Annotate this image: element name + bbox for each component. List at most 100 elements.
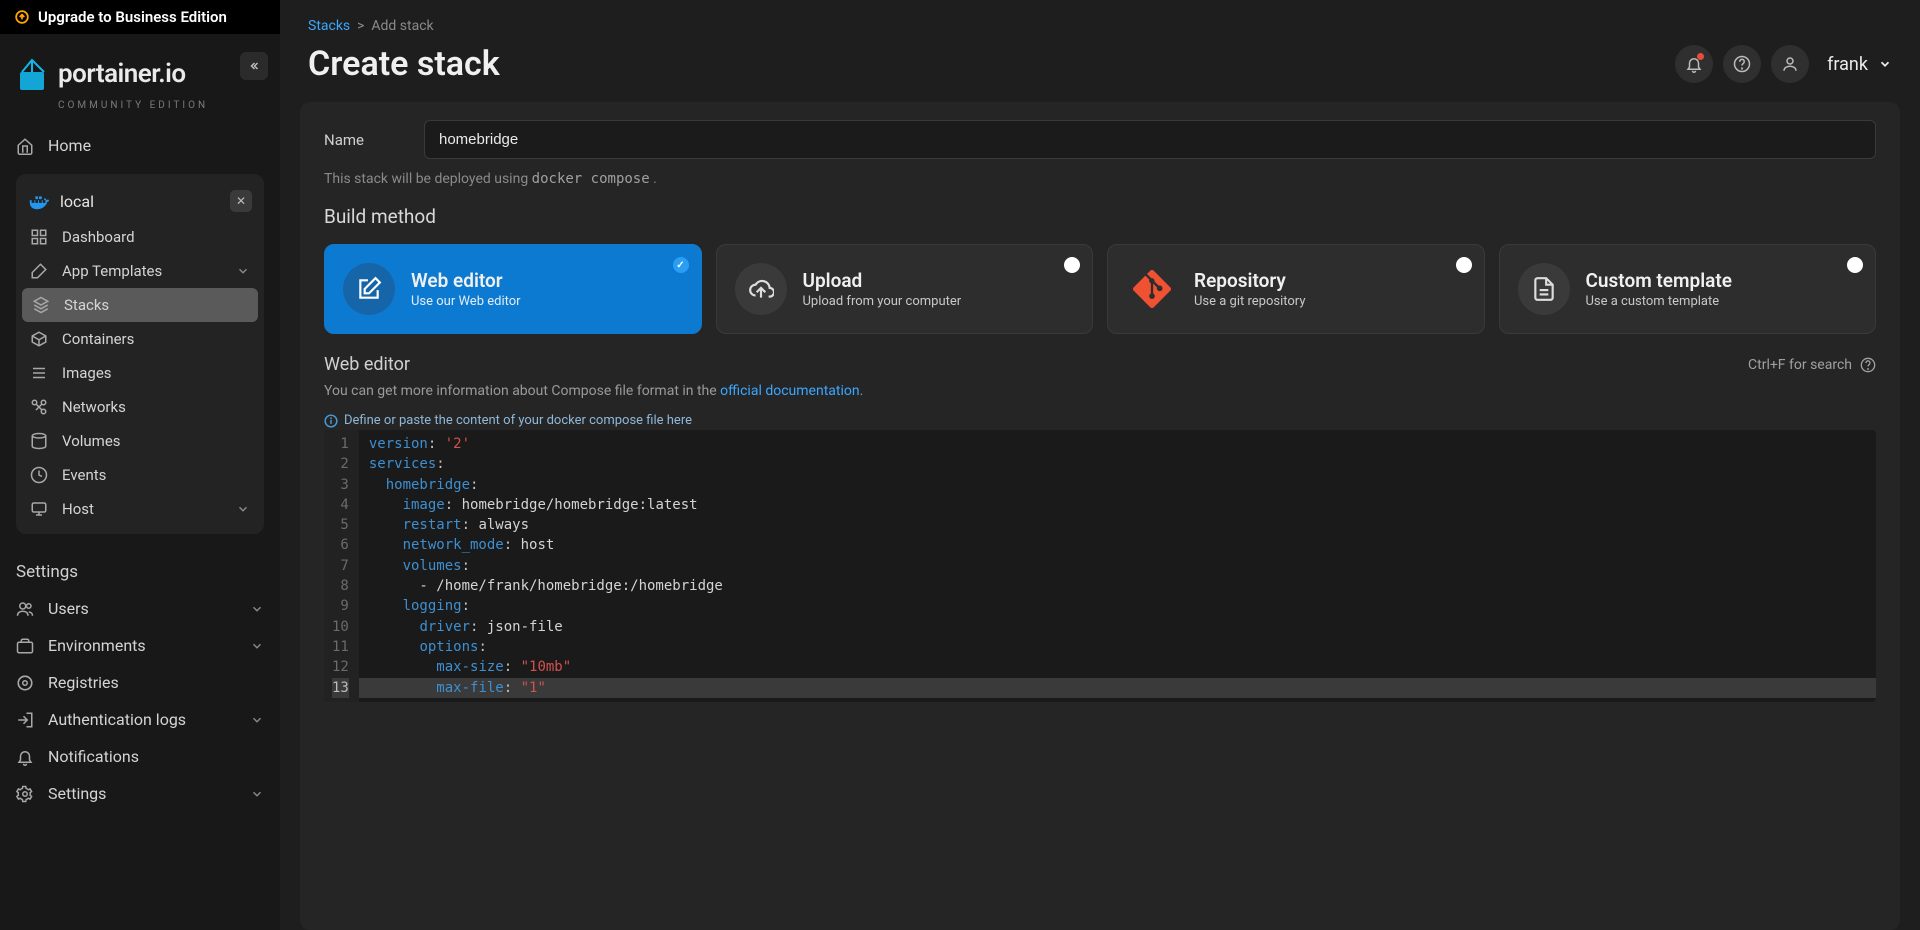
build-method-web-editor[interactable]: Web editorUse our Web editor bbox=[324, 244, 702, 334]
radio-indicator bbox=[1064, 257, 1080, 273]
method-subtitle: Upload from your computer bbox=[803, 294, 962, 309]
chevron-down-icon bbox=[236, 502, 250, 516]
sidebar-item-label: Settings bbox=[48, 784, 106, 803]
sidebar-item-events[interactable]: Events bbox=[16, 458, 264, 492]
sidebar-item-label: Networks bbox=[62, 398, 126, 416]
help-button[interactable] bbox=[1723, 45, 1761, 83]
sidebar-item-registries[interactable]: Registries bbox=[0, 664, 280, 701]
sidebar-item-label: Volumes bbox=[62, 432, 121, 450]
breadcrumb: Stacks > Add stack bbox=[280, 0, 1920, 38]
sidebar-item-networks[interactable]: Networks bbox=[16, 390, 264, 424]
users-icon bbox=[16, 600, 34, 618]
settings-heading: Settings bbox=[0, 544, 280, 590]
sidebar-item-volumes[interactable]: Volumes bbox=[16, 424, 264, 458]
code-line[interactable]: max-file: "1" bbox=[359, 678, 1876, 698]
code-line[interactable]: restart: always bbox=[359, 515, 1876, 535]
sidebar-item-label: Events bbox=[62, 466, 106, 484]
host-icon bbox=[30, 500, 48, 518]
sidebar-item-label: Notifications bbox=[48, 747, 139, 766]
editor-info: You can get more information about Compo… bbox=[324, 383, 1876, 399]
home-icon bbox=[16, 137, 34, 155]
breadcrumb-root[interactable]: Stacks bbox=[308, 18, 350, 34]
build-method-repository[interactable]: RepositoryUse a git repository bbox=[1107, 244, 1485, 334]
code-line[interactable]: - /home/frank/homebridge:/homebridge bbox=[359, 576, 1876, 596]
file-icon bbox=[1518, 263, 1570, 315]
notifications-button[interactable] bbox=[1675, 45, 1713, 83]
build-method-upload[interactable]: Upload Upload from your computer bbox=[716, 244, 1094, 334]
radio-indicator bbox=[1456, 257, 1472, 273]
sidebar-item-home[interactable]: Home bbox=[0, 127, 280, 164]
bell-icon bbox=[16, 748, 34, 766]
dashboard-icon bbox=[30, 228, 48, 246]
code-content[interactable]: version: '2'services: homebridge: image:… bbox=[359, 430, 1876, 702]
sidebar-item-authentication-logs[interactable]: Authentication logs bbox=[0, 701, 280, 738]
build-method-heading: Build method bbox=[324, 205, 1876, 228]
chevron-down-icon bbox=[250, 713, 264, 727]
git-icon bbox=[1126, 263, 1178, 315]
stack-name-input[interactable] bbox=[424, 120, 1876, 159]
code-line[interactable]: services: bbox=[359, 454, 1876, 474]
sidebar-item-environments[interactable]: Environments bbox=[0, 627, 280, 664]
sidebar-item-app-templates[interactable]: App Templates bbox=[16, 254, 264, 288]
sidebar-item-notifications[interactable]: Notifications bbox=[0, 738, 280, 775]
build-method-custom-template[interactable]: Custom template Use a custom template bbox=[1499, 244, 1877, 334]
sidebar-item-label: Authentication logs bbox=[48, 710, 186, 729]
username-label: frank bbox=[1827, 54, 1868, 75]
name-label: Name bbox=[324, 131, 424, 149]
logo-edition: COMMUNITY EDITION bbox=[0, 100, 280, 127]
environment-close-button[interactable]: ✕ bbox=[230, 190, 252, 212]
auth-icon bbox=[16, 711, 34, 729]
sidebar-item-label: Registries bbox=[48, 673, 119, 692]
sidebar-item-label: Stacks bbox=[64, 296, 109, 314]
networks-icon bbox=[30, 398, 48, 416]
sidebar-item-host[interactable]: Host bbox=[16, 492, 264, 526]
code-editor[interactable]: 12345678910111213 version: '2'services: … bbox=[324, 430, 1876, 702]
content-panel: Name This stack will be deployed using d… bbox=[300, 102, 1900, 930]
upgrade-banner-label: Upgrade to Business Edition bbox=[38, 8, 227, 26]
breadcrumb-sep: > bbox=[357, 18, 364, 34]
code-line[interactable]: version: '2' bbox=[359, 434, 1876, 454]
chevron-down-icon bbox=[1878, 57, 1892, 71]
method-subtitle: Use our Web editor bbox=[411, 294, 521, 309]
events-icon bbox=[30, 466, 48, 484]
upgrade-banner[interactable]: Upgrade to Business Edition bbox=[0, 0, 280, 34]
sidebar-item-label: Dashboard bbox=[62, 228, 135, 246]
method-title: Custom template bbox=[1586, 269, 1732, 292]
method-title: Upload bbox=[803, 269, 962, 292]
code-gutter: 12345678910111213 bbox=[324, 430, 359, 702]
editor-search-hint: Ctrl+F for search bbox=[1748, 357, 1876, 373]
method-title: Repository bbox=[1194, 269, 1305, 292]
code-line[interactable]: volumes: bbox=[359, 556, 1876, 576]
containers-icon bbox=[30, 330, 48, 348]
images-icon bbox=[30, 364, 48, 382]
code-line[interactable]: network_mode: host bbox=[359, 535, 1876, 555]
chevron-down-icon bbox=[250, 639, 264, 653]
sidebar-item-dashboard[interactable]: Dashboard bbox=[16, 220, 264, 254]
radio-indicator bbox=[673, 257, 689, 273]
official-docs-link[interactable]: official documentation bbox=[720, 383, 859, 399]
sidebar-item-settings[interactable]: Settings bbox=[0, 775, 280, 812]
stacks-icon bbox=[32, 296, 50, 314]
user-menu[interactable]: frank bbox=[1827, 54, 1892, 75]
sidebar-collapse-button[interactable] bbox=[240, 52, 268, 80]
logo-icon bbox=[16, 54, 50, 94]
code-line[interactable]: options: bbox=[359, 637, 1876, 657]
user-avatar[interactable] bbox=[1771, 45, 1809, 83]
code-line[interactable]: logging: bbox=[359, 596, 1876, 616]
environment-header[interactable]: local ✕ bbox=[16, 182, 264, 220]
breadcrumb-current: Add stack bbox=[371, 18, 433, 34]
sidebar-item-stacks[interactable]: Stacks bbox=[22, 288, 258, 322]
help-circle-icon bbox=[1860, 357, 1876, 373]
deploy-note: This stack will be deployed using docker… bbox=[324, 171, 1876, 187]
sidebar-item-users[interactable]: Users bbox=[0, 590, 280, 627]
code-line[interactable]: image: homebridge/homebridge:latest bbox=[359, 495, 1876, 515]
code-line[interactable]: driver: json-file bbox=[359, 617, 1876, 637]
method-subtitle: Use a custom template bbox=[1586, 294, 1732, 309]
sidebar-item-label: Users bbox=[48, 599, 89, 618]
sidebar-item-images[interactable]: Images bbox=[16, 356, 264, 390]
code-line[interactable]: max-size: "10mb" bbox=[359, 657, 1876, 677]
code-line[interactable]: homebridge: bbox=[359, 475, 1876, 495]
sidebar-item-containers[interactable]: Containers bbox=[16, 322, 264, 356]
sidebar-item-label: Home bbox=[48, 136, 91, 155]
gear-icon bbox=[16, 785, 34, 803]
